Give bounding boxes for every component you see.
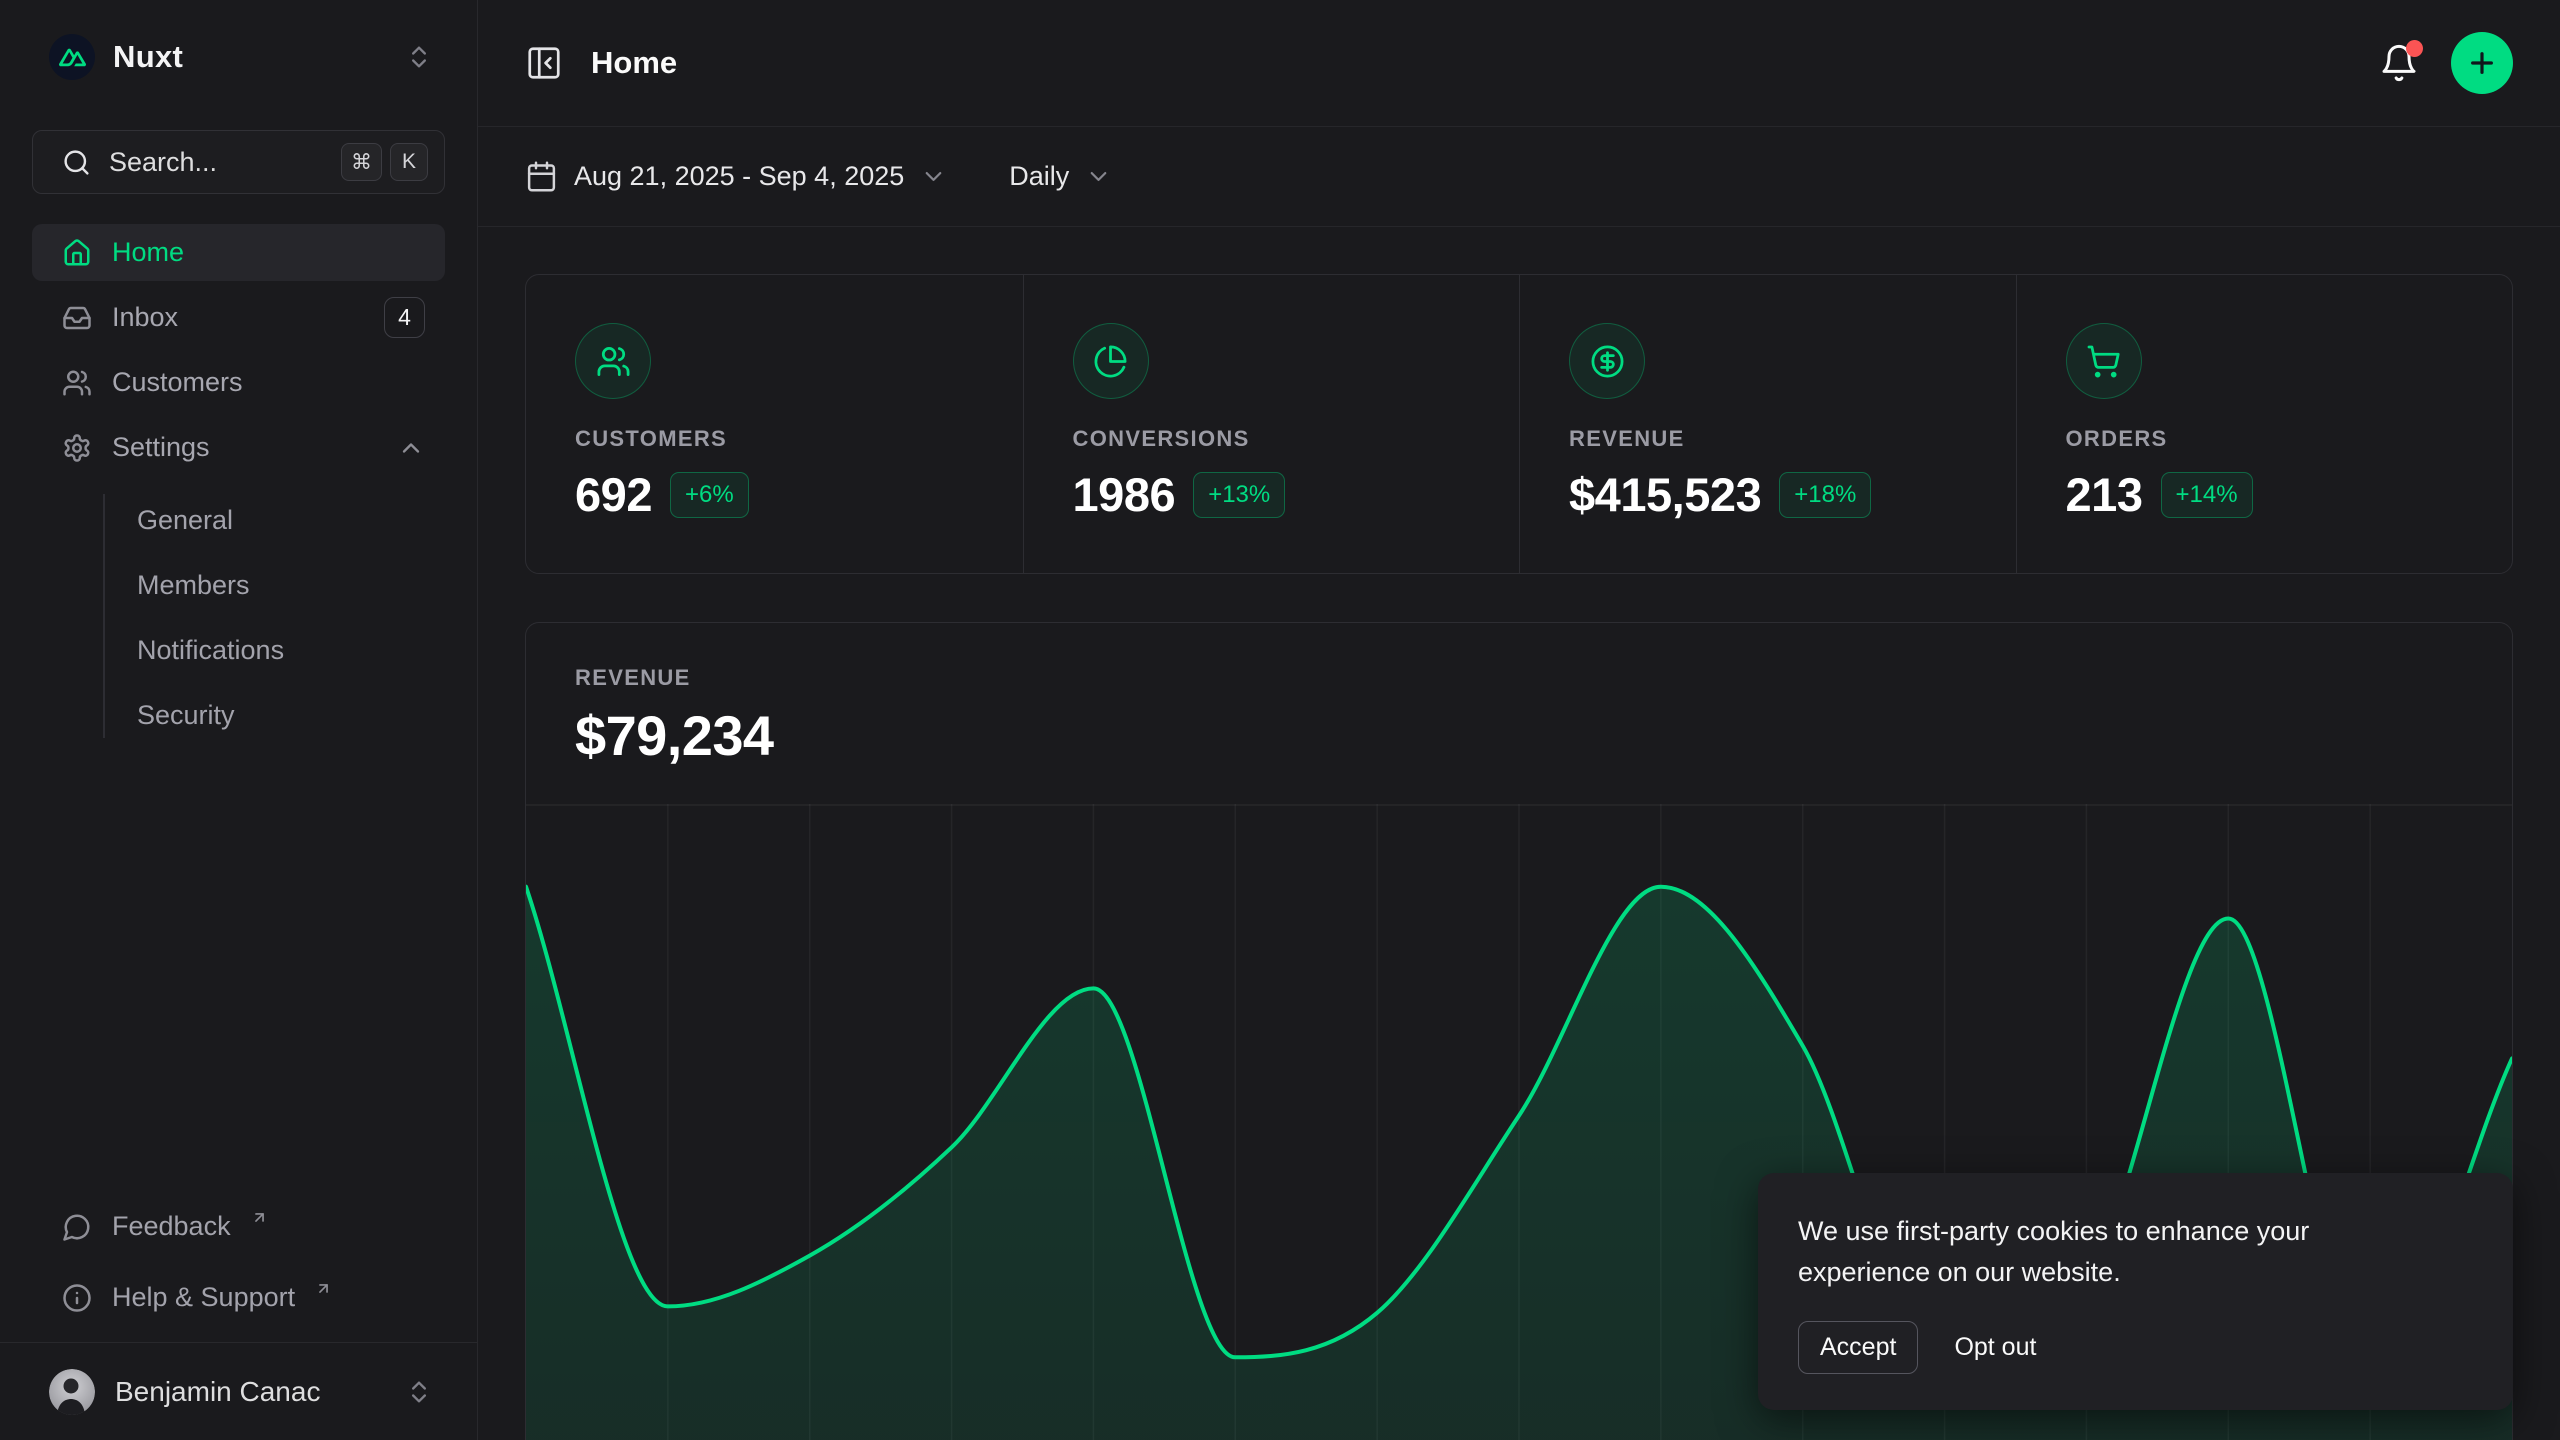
stat-value: 1986 [1073,467,1176,522]
inbox-count-badge: 4 [384,297,425,338]
user-menu[interactable]: Benjamin Canac [0,1343,477,1440]
search-icon [62,148,91,177]
sidebar: Nuxt Search... ⌘ K Home [0,0,478,1440]
sidebar-item-settings[interactable]: Settings [32,419,445,476]
sidebar-item-notifications[interactable]: Notifications [104,618,445,683]
revenue-chart-label: REVENUE [575,665,2463,691]
stat-label: CUSTOMERS [575,426,983,452]
external-link-icon [315,1280,332,1297]
users-icon [62,368,92,398]
stat-value: 213 [2066,467,2143,522]
chevron-down-icon [920,163,947,190]
notifications-button[interactable] [2379,43,2419,83]
users-icon [575,323,651,399]
accept-cookies-button[interactable]: Accept [1798,1321,1918,1374]
search-placeholder: Search... [109,147,323,178]
kbd-cmd: ⌘ [341,143,382,181]
feedback-link[interactable]: Feedback [32,1198,445,1255]
external-link-icon [251,1209,268,1226]
stat-delta-badge: +13% [1193,472,1285,518]
kbd-k: K [390,143,428,181]
stat-delta-badge: +14% [2161,472,2253,518]
collapse-sidebar-button[interactable] [525,44,563,82]
workspace-switcher[interactable]: Nuxt [0,0,477,110]
shopping-cart-icon [2066,323,2142,399]
stat-card-revenue: REVENUE $415,523 +18% [1519,275,2016,573]
stat-value: 692 [575,467,652,522]
chevron-down-icon [1085,163,1112,190]
revenue-chart-header: REVENUE $79,234 [526,623,2512,768]
chevrons-up-down-icon [405,1378,433,1406]
cookie-message: We use first-party cookies to enhance yo… [1798,1211,2443,1293]
pie-chart-icon [1073,323,1149,399]
stat-label: ORDERS [2066,426,2473,452]
sidebar-item-home[interactable]: Home [32,224,445,281]
avatar [49,1369,95,1415]
chevron-up-icon [397,434,425,462]
optout-cookies-button[interactable]: Opt out [1954,1333,2036,1362]
stats-grid: CUSTOMERS 692 +6% CONVERSIONS 1986 +13% [525,274,2513,574]
sidebar-item-security[interactable]: Security [104,683,445,748]
inbox-icon [62,303,92,333]
stat-value: $415,523 [1569,467,1761,522]
sidebar-footer-links: Feedback Help & Support [0,1198,477,1326]
search-input[interactable]: Search... ⌘ K [32,130,445,194]
plus-icon [2466,47,2498,79]
sidebar-spacer [0,748,477,1198]
cookie-consent-banner: We use first-party cookies to enhance yo… [1758,1173,2513,1410]
sidebar-item-label: Inbox [112,302,178,333]
stat-card-customers: CUSTOMERS 692 +6% [526,275,1023,573]
granularity-value: Daily [1009,161,1069,192]
date-range-picker[interactable]: Aug 21, 2025 - Sep 4, 2025 [525,160,947,193]
help-support-link[interactable]: Help & Support [32,1269,445,1326]
sidebar-nav: Home Inbox 4 Customers Settings [0,224,477,748]
help-support-label: Help & Support [112,1282,295,1313]
filters-toolbar: Aug 21, 2025 - Sep 4, 2025 Daily [478,127,2560,227]
brand-name: Nuxt [113,39,183,75]
search-shortcut: ⌘ K [341,143,428,181]
home-icon [62,238,92,268]
message-circle-icon [62,1212,92,1242]
feedback-label: Feedback [112,1211,231,1242]
sidebar-item-members[interactable]: Members [104,553,445,618]
info-icon [62,1283,92,1313]
page-title: Home [591,45,677,81]
granularity-select[interactable]: Daily [1009,161,1112,192]
stat-delta-badge: +18% [1779,472,1871,518]
stat-label: CONVERSIONS [1073,426,1480,452]
sidebar-item-inbox[interactable]: Inbox 4 [32,289,445,346]
header-actions [2379,32,2513,94]
sidebar-item-label: Home [112,237,184,268]
stat-delta-badge: +6% [670,472,749,518]
subnav-rail [103,494,105,738]
sidebar-item-label: Settings [112,432,210,463]
chevrons-up-down-icon [405,43,433,71]
stat-card-conversions: CONVERSIONS 1986 +13% [1023,275,1520,573]
notification-dot [2406,40,2423,57]
add-button[interactable] [2451,32,2513,94]
sidebar-item-label: Customers [112,367,243,398]
stat-label: REVENUE [1569,426,1976,452]
gear-icon [62,433,92,463]
revenue-chart-total: $79,234 [575,703,2463,768]
page-header: Home [478,0,2560,127]
user-name: Benjamin Canac [115,1376,320,1408]
cookie-actions: Accept Opt out [1798,1321,2473,1374]
settings-subnav: General Members Notifications Security [32,488,445,748]
dollar-circle-icon [1569,323,1645,399]
app-window: Nuxt Search... ⌘ K Home [0,0,2560,1440]
calendar-icon [525,160,558,193]
sidebar-item-general[interactable]: General [104,488,445,553]
date-range-value: Aug 21, 2025 - Sep 4, 2025 [574,161,904,192]
nuxt-logo-icon [49,34,95,80]
stat-card-orders: ORDERS 213 +14% [2016,275,2513,573]
sidebar-item-customers[interactable]: Customers [32,354,445,411]
